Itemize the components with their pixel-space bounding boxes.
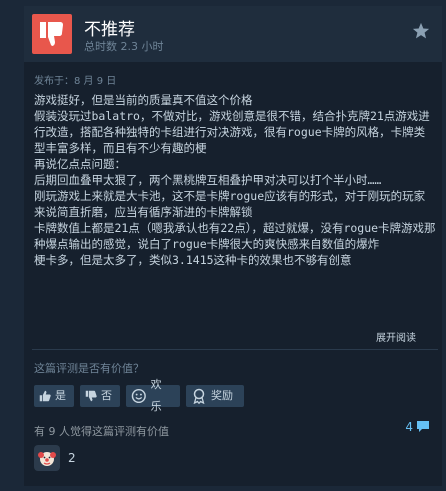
vote-no-button[interactable]: 否 [80,385,120,407]
vote-funny-label: 欢乐 [150,378,162,413]
smiley-icon [131,388,146,404]
comment-icon [417,421,429,432]
clown-award-icon[interactable] [34,445,60,471]
review-header: 不推荐 总时数 2.3 小时 [24,6,442,62]
award-icon [193,388,205,404]
award-label: 奖励 [211,389,233,402]
review-body: 游戏挺好，但是当前的质量真不值这个价格 假装没玩过balatro，不做对比，游戏… [34,93,436,267]
helpful-count-text: 有 9 人觉得这篇评测有价值 [34,425,169,438]
awards-row: 2 [34,444,76,472]
thumbs-up-icon [39,390,51,402]
vote-funny-button[interactable]: 欢乐 [126,378,180,413]
divider [32,349,438,350]
playtime-hours: 总时数 2.3 小时 [84,40,164,53]
comments-count[interactable]: 4 [405,420,430,434]
thumbs-down-icon [32,14,72,54]
comments-count-value: 4 [405,420,413,434]
text-fade [34,288,436,312]
award-button[interactable]: 奖励 [186,385,244,407]
star-icon[interactable] [412,22,430,40]
review-verdict: 不推荐 [84,20,135,40]
helpful-question: 这篇评测是否有价值？ [34,362,144,375]
review-card: 不推荐 总时数 2.3 小时 发布于：8 月 9 日 游戏挺好，但是当前的质量真… [24,6,442,486]
vote-no-label: 否 [101,389,112,402]
expand-review-link[interactable]: 展开阅读 [376,329,416,344]
posted-date: 发布于：8 月 9 日 [34,76,117,87]
thumbs-down-icon [85,390,97,402]
vote-yes-button[interactable]: 是 [34,385,74,407]
award-count: 2 [68,451,76,465]
vote-yes-label: 是 [55,389,66,402]
